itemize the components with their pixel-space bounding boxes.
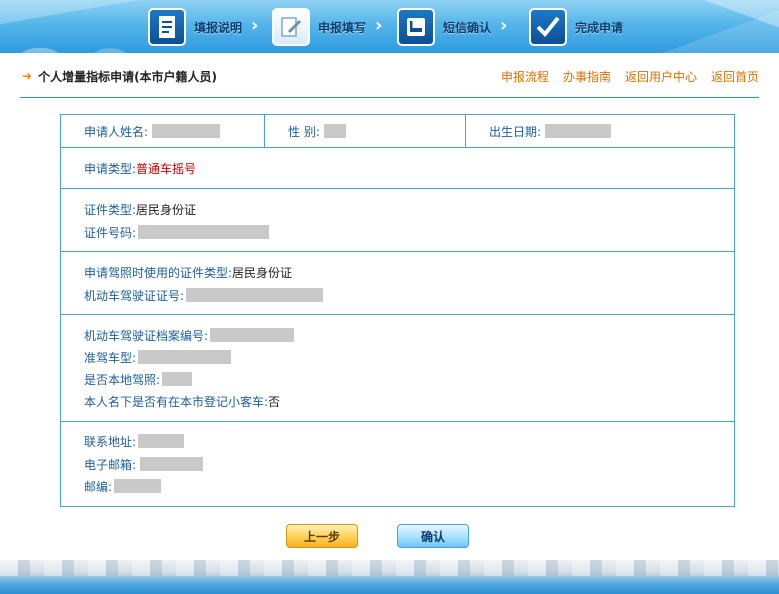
postcode-label: 邮编: xyxy=(84,479,113,494)
step-label: 填报说明 xyxy=(194,20,243,35)
step-sms-confirm: 短信确认 xyxy=(397,8,491,46)
license-number-label: 机动车驾驶证证号: xyxy=(84,288,185,303)
vehicle-class-line: 准驾车型: xyxy=(84,348,232,366)
birth-date-label: 出生日期: xyxy=(489,124,542,139)
document-icon xyxy=(148,8,186,46)
apply-type-value: 普通车摇号 xyxy=(136,161,197,176)
form-row-apply-type: 申请类型: 普通车摇号 xyxy=(61,148,734,189)
footer-skyline-art xyxy=(0,560,779,576)
has-car-value: 否 xyxy=(268,394,281,409)
postcode-redacted xyxy=(114,479,162,493)
link-apply-process[interactable]: 申报流程 xyxy=(501,68,549,85)
local-license-redacted xyxy=(162,372,193,386)
gender-redacted xyxy=(323,124,346,138)
license-number-line: 机动车驾驶证证号: xyxy=(84,286,324,304)
id-number-line: 证件号码: xyxy=(84,223,270,241)
gender-cell: 性 别: xyxy=(264,115,465,147)
sms-phone-icon xyxy=(397,8,435,46)
vehicle-class-label: 准驾车型: xyxy=(84,350,137,365)
id-type-value: 居民身份证 xyxy=(136,202,197,217)
step-fill-application: 申报填写 xyxy=(272,8,366,46)
email-label: 电子邮箱: xyxy=(84,457,137,472)
license-file-redacted xyxy=(210,328,295,342)
id-type-label: 证件类型: xyxy=(84,202,137,217)
chevron-right-icon: › xyxy=(500,15,508,36)
previous-step-button[interactable]: 上一步 xyxy=(286,524,358,548)
applicant-name-redacted xyxy=(152,124,221,138)
gender-label: 性 别: xyxy=(288,124,320,139)
page-header: ➜ 个人增量指标申请(本市户籍人员) 申报流程 办事指南 返回用户中心 返回首页 xyxy=(22,66,759,86)
header-divider xyxy=(20,97,759,98)
address-line: 联系地址: xyxy=(84,432,185,450)
local-license-label: 是否本地驾照: xyxy=(84,372,161,387)
chevron-right-icon: › xyxy=(375,15,383,36)
applicant-name-cell: 申请人姓名: xyxy=(61,115,264,147)
birth-date-cell: 出生日期: xyxy=(465,115,734,147)
step-label: 短信确认 xyxy=(443,20,492,35)
step-label: 完成申请 xyxy=(575,20,624,35)
local-license-line: 是否本地驾照: xyxy=(84,370,193,388)
has-car-line: 本人名下是否有在本市登记小客车: 否 xyxy=(84,392,280,410)
confirm-button[interactable]: 确认 xyxy=(397,524,469,548)
apply-type-line: 申请类型: 普通车摇号 xyxy=(84,159,196,177)
header-links: 申报流程 办事指南 返回用户中心 返回首页 xyxy=(487,68,759,85)
step-label: 申报填写 xyxy=(318,20,367,35)
step-progress-bar: 填报说明 › 申报填写 › 短信确认 › 完成申请 xyxy=(0,0,779,53)
form-row-id: 证件类型: 居民身份证 证件号码: xyxy=(61,189,734,252)
email-redacted xyxy=(140,457,204,471)
has-car-label: 本人名下是否有在本市登记小客车: xyxy=(84,394,269,409)
address-label: 联系地址: xyxy=(84,434,137,449)
applicant-name-label: 申请人姓名: xyxy=(84,124,149,139)
license-file-line: 机动车驾驶证档案编号: xyxy=(84,326,295,344)
apply-type-label: 申请类型: xyxy=(84,161,137,176)
edit-form-icon xyxy=(272,8,310,46)
license-number-redacted xyxy=(186,288,324,302)
form-row-basic-info: 申请人姓名: 性 别: 出生日期: xyxy=(61,115,734,148)
address-redacted xyxy=(138,434,185,448)
postcode-line: 邮编: xyxy=(84,477,162,495)
footer-banner xyxy=(0,560,779,594)
chevron-right-icon: › xyxy=(251,15,259,36)
page-title: 个人增量指标申请(本市户籍人员) xyxy=(38,69,218,84)
form-row-license-id: 申请驾照时使用的证件类型: 居民身份证 机动车驾驶证证号: xyxy=(61,252,734,315)
car-banner-art xyxy=(0,0,150,53)
license-id-type-label: 申请驾照时使用的证件类型: xyxy=(84,265,233,280)
vehicle-class-redacted xyxy=(138,350,232,364)
id-number-label: 证件号码: xyxy=(84,225,137,240)
license-file-label: 机动车驾驶证档案编号: xyxy=(84,328,209,343)
birth-date-redacted xyxy=(545,124,612,138)
checkmark-icon xyxy=(529,8,567,46)
form-row-contact: 联系地址: 电子邮箱: 邮编: xyxy=(61,422,734,506)
link-service-guide[interactable]: 办事指南 xyxy=(563,68,611,85)
step-fill-instructions: 填报说明 xyxy=(148,8,242,46)
email-line: 电子邮箱: xyxy=(84,455,204,473)
arrow-right-icon: ➜ xyxy=(22,69,33,83)
step-complete: 完成申请 xyxy=(529,8,623,46)
link-home[interactable]: 返回首页 xyxy=(711,68,759,85)
application-form: 申请人姓名: 性 别: 出生日期: 申请类型: 普通车摇号 证件类型: 居民身份… xyxy=(60,114,735,507)
license-id-type-value: 居民身份证 xyxy=(232,265,293,280)
link-user-center[interactable]: 返回用户中心 xyxy=(625,68,697,85)
banner-decoration xyxy=(629,0,779,53)
form-row-license-details: 机动车驾驶证档案编号: 准驾车型: 是否本地驾照: 本人名下是否有在本市登记小客… xyxy=(61,315,734,422)
id-type-line: 证件类型: 居民身份证 xyxy=(84,200,196,218)
id-number-redacted xyxy=(138,225,270,239)
license-id-type-line: 申请驾照时使用的证件类型: 居民身份证 xyxy=(84,263,292,281)
